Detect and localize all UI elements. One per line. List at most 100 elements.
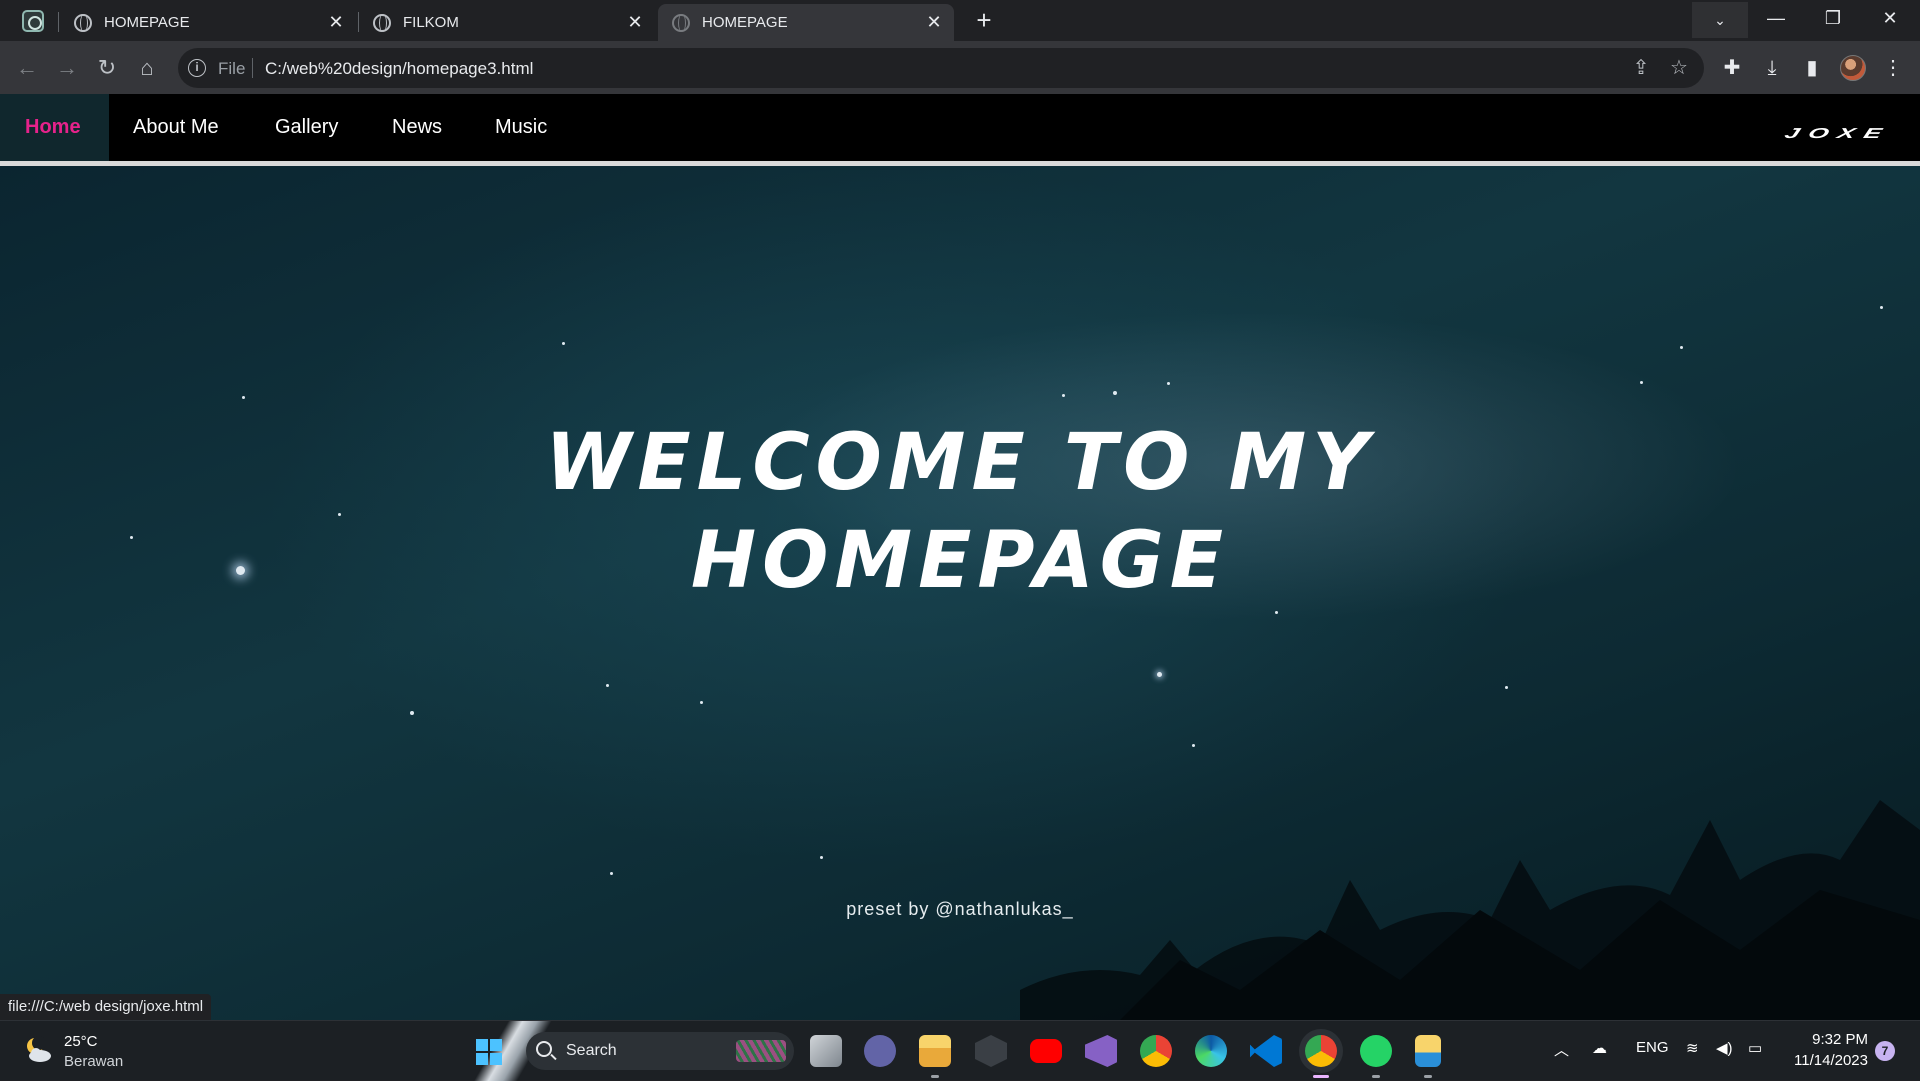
star	[1062, 394, 1065, 397]
running-indicator	[931, 1075, 939, 1078]
tab-close-icon[interactable]: ✕	[920, 12, 948, 33]
bookmark-star-icon[interactable]: ☆	[1668, 57, 1690, 79]
weather-description[interactable]: Berawan	[64, 1053, 123, 1070]
back-arrow-icon[interactable]: ←	[12, 53, 42, 83]
tab-homepage-1[interactable]: HOMEPAGE ✕	[60, 4, 356, 41]
scheme-label: File	[218, 59, 246, 78]
windows-start-icon[interactable]	[476, 1039, 502, 1065]
globe-icon	[672, 13, 690, 32]
clock-date[interactable]: 11/14/2023	[1788, 1052, 1868, 1069]
site-navbar: Home About Me Gallery News Music JOXE	[0, 94, 1920, 166]
taskbar-search[interactable]: Search	[526, 1032, 794, 1070]
star	[1157, 672, 1162, 677]
menu-kebab-icon[interactable]: ⋮	[1880, 55, 1906, 81]
hero-title-line-2: HOMEPAGE	[690, 516, 1230, 606]
share-icon[interactable]: ⇪	[1630, 57, 1652, 79]
nav-gallery[interactable]: Gallery	[275, 94, 338, 161]
tab-label: HOMEPAGE	[104, 14, 190, 31]
address-bar[interactable]: i File C:/web%20design/homepage3.html ⇪ …	[178, 48, 1704, 88]
edge-icon[interactable]	[1195, 1035, 1227, 1067]
side-panel-icon[interactable]: ▮	[1799, 55, 1825, 81]
hero-title-line-1: WELCOME TO MY	[545, 418, 1375, 508]
forward-arrow-icon[interactable]: →	[52, 53, 82, 83]
star	[1113, 391, 1117, 395]
reload-icon[interactable]: ↻	[92, 53, 122, 83]
nav-about-me[interactable]: About Me	[133, 94, 219, 161]
tree-silhouette	[1020, 800, 1920, 1020]
tab-search-button[interactable]: ⌄	[1692, 2, 1748, 38]
hero-section: WELCOME TO MY HOMEPAGE preset by @nathan…	[0, 166, 1920, 1020]
web-page: Home About Me Gallery News Music JOXE WE…	[0, 94, 1920, 1020]
tab-close-icon[interactable]: ✕	[322, 12, 350, 33]
download-icon[interactable]: ⤓	[1759, 55, 1785, 81]
youtube-icon[interactable]	[1030, 1039, 1062, 1063]
star	[1880, 306, 1883, 309]
extensions-puzzle-icon[interactable]: ✚	[1719, 55, 1745, 81]
close-window-button[interactable]: ✕	[1862, 0, 1918, 36]
chatgpt-app-icon[interactable]	[22, 10, 44, 32]
minimize-button[interactable]: —	[1748, 0, 1804, 36]
windows-taskbar: 25°C Berawan Search ︿ ☁ ENG ≋ ◀) ▭ 9:32 …	[0, 1020, 1920, 1081]
globe-icon	[74, 13, 92, 32]
file-explorer-icon[interactable]	[919, 1035, 951, 1067]
star	[700, 701, 703, 704]
running-indicator	[1424, 1075, 1432, 1078]
star	[410, 711, 414, 715]
wifi-icon[interactable]: ≋	[1686, 1039, 1699, 1057]
home-icon[interactable]: ⌂	[132, 53, 162, 83]
search-icon	[536, 1041, 552, 1057]
new-tab-button[interactable]: +	[970, 6, 998, 34]
tab-label: HOMEPAGE	[702, 14, 788, 31]
battery-icon[interactable]: ▭	[1748, 1039, 1762, 1057]
tab-homepage-active[interactable]: HOMEPAGE ✕	[658, 4, 954, 41]
weather-temperature[interactable]: 25°C	[64, 1033, 98, 1050]
star	[1275, 611, 1278, 614]
link-status-bar: file:///C:/web design/joxe.html	[0, 994, 212, 1020]
search-label: Search	[566, 1042, 617, 1059]
vscode-icon[interactable]	[1250, 1035, 1282, 1067]
nav-home[interactable]: Home	[0, 94, 109, 161]
weather-partly-cloudy-night-icon[interactable]	[22, 1034, 54, 1066]
teams-icon[interactable]	[864, 1035, 896, 1067]
profile-avatar[interactable]	[1840, 55, 1866, 81]
globe-icon	[373, 13, 391, 32]
nav-music[interactable]: Music	[495, 94, 547, 161]
star	[562, 342, 565, 345]
star	[1640, 381, 1643, 384]
search-highlight-icon	[736, 1040, 786, 1062]
chrome-icon[interactable]	[1140, 1035, 1172, 1067]
notification-badge[interactable]: 7	[1875, 1041, 1895, 1061]
show-hidden-icons-chevron-icon[interactable]: ︿	[1554, 1039, 1569, 1060]
visual-studio-icon[interactable]	[1085, 1035, 1117, 1067]
volume-icon[interactable]: ◀)	[1716, 1039, 1733, 1057]
tab-separator	[58, 12, 59, 32]
running-indicator	[1372, 1075, 1380, 1078]
address-separator	[252, 58, 253, 78]
star	[1505, 686, 1508, 689]
star	[606, 684, 609, 687]
clock-time[interactable]: 9:32 PM	[1788, 1031, 1868, 1048]
preset-credit: preset by @nathanlukas_	[846, 899, 1074, 919]
star	[820, 856, 823, 859]
chrome-active-icon[interactable]	[1305, 1035, 1337, 1067]
tab-label: FILKOM	[403, 14, 459, 31]
site-logo[interactable]: JOXE	[1782, 125, 1893, 142]
site-info-icon[interactable]: i	[188, 59, 206, 77]
star	[1192, 744, 1195, 747]
onedrive-cloud-icon[interactable]: ☁	[1592, 1039, 1607, 1057]
hero-title: WELCOME TO MY HOMEPAGE	[0, 414, 1920, 610]
star	[242, 396, 245, 399]
tab-filkom[interactable]: FILKOM ✕	[359, 4, 655, 41]
nav-news[interactable]: News	[392, 94, 442, 161]
task-view-icon[interactable]	[810, 1035, 842, 1067]
star	[1680, 346, 1683, 349]
active-indicator	[1313, 1075, 1329, 1078]
tab-close-icon[interactable]: ✕	[621, 12, 649, 33]
star	[1167, 382, 1170, 385]
restore-button[interactable]: ❐	[1805, 0, 1861, 36]
hexagon-app-icon[interactable]	[975, 1035, 1007, 1067]
input-language[interactable]: ENG	[1636, 1039, 1669, 1056]
file-manager-icon[interactable]	[1415, 1035, 1441, 1067]
whatsapp-icon[interactable]	[1360, 1035, 1392, 1067]
address-url[interactable]: C:/web%20design/homepage3.html	[265, 59, 533, 79]
